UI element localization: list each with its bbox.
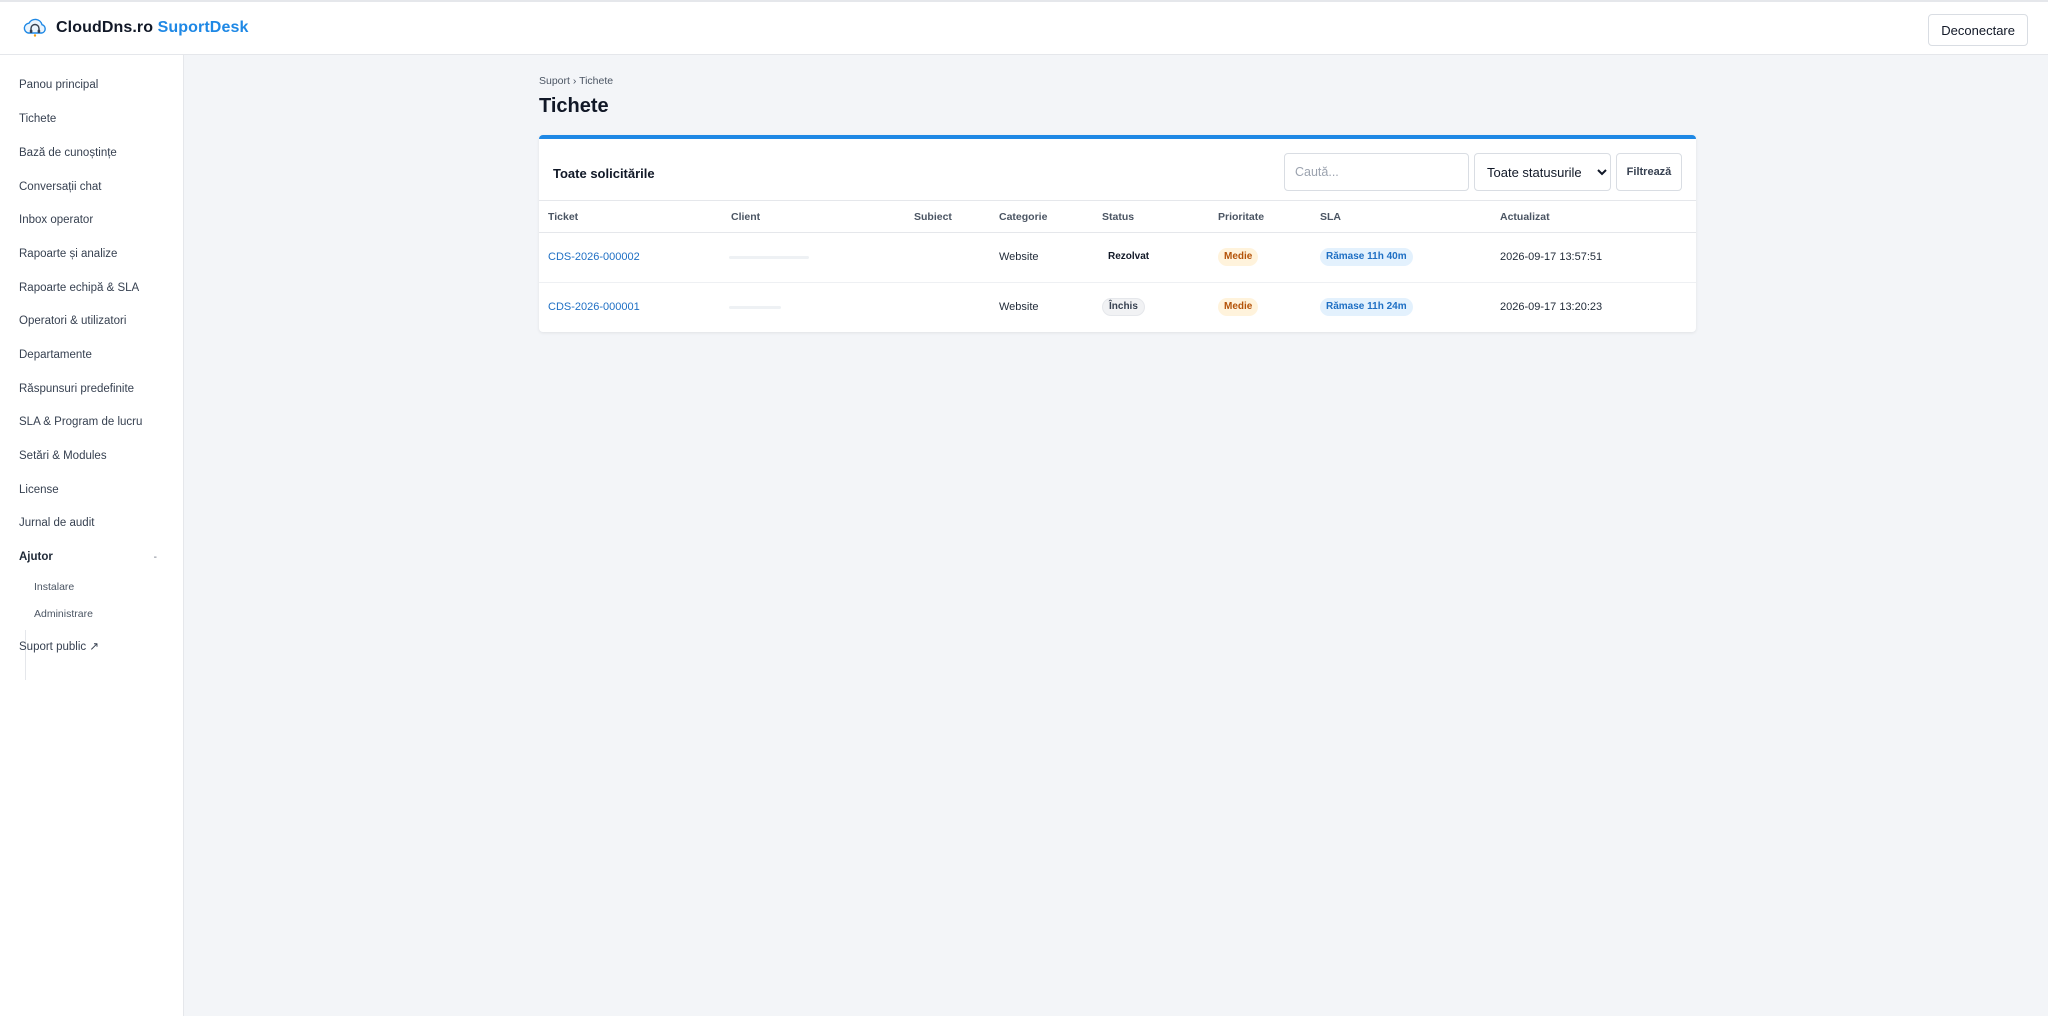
sidebar-item-operator-inbox[interactable]: Inbox operator <box>19 214 93 226</box>
column-header-subject[interactable]: Subiect <box>914 211 952 223</box>
sidebar-item-sla-schedule[interactable]: SLA & Program de lucru <box>19 416 142 428</box>
column-header-ticket[interactable]: Ticket <box>548 211 578 223</box>
page-title: Tichete <box>539 95 609 117</box>
table-row[interactable]: CDS-2026-000002 Website Rezolvat Medie R… <box>539 233 1696 283</box>
column-header-category[interactable]: Categorie <box>999 211 1047 223</box>
priority-badge: Medie <box>1218 298 1259 316</box>
sidebar-group-label: Ajutor <box>19 551 53 563</box>
card-title: Toate solicitările <box>553 166 655 181</box>
sidebar-item-chat-conversations[interactable]: Conversații chat <box>19 181 101 193</box>
ticket-link[interactable]: CDS-2026-000001 <box>548 301 640 313</box>
sidebar-item-tickets[interactable]: Tichete <box>19 113 56 125</box>
status-badge: Rezolvat <box>1102 248 1156 266</box>
cloud-headset-icon <box>23 18 46 37</box>
category-cell: Website <box>999 251 1039 263</box>
category-cell: Website <box>999 301 1039 313</box>
column-header-client[interactable]: Client <box>731 211 760 223</box>
status-badge: Închis <box>1102 298 1145 316</box>
priority-badge: Medie <box>1218 248 1259 266</box>
column-header-updated[interactable]: Actualizat <box>1500 211 1550 223</box>
table-header: Ticket Client Subiect Categorie Status P… <box>539 200 1696 233</box>
sidebar-subitem-administration[interactable]: Administrare <box>34 608 93 620</box>
client-cell-redacted <box>729 306 781 309</box>
column-header-sla[interactable]: SLA <box>1320 211 1341 223</box>
sidebar-item-canned-responses[interactable]: Răspunsuri predefinite <box>19 383 134 395</box>
logout-button[interactable]: Deconectare <box>1928 14 2028 46</box>
sidebar-item-dashboard[interactable]: Panou principal <box>19 79 98 91</box>
column-header-priority[interactable]: Prioritate <box>1218 211 1264 223</box>
sidebar-item-public-support[interactable]: Suport public ↗ <box>19 639 99 653</box>
ticket-link[interactable]: CDS-2026-000002 <box>548 251 640 263</box>
sla-badge: Rămase 11h 40m <box>1320 248 1413 266</box>
brand[interactable]: CloudDns.ro SuportDesk <box>22 16 248 40</box>
updated-cell: 2026-09-17 13:20:23 <box>1500 301 1603 313</box>
brand-product: SuportDesk <box>157 19 249 36</box>
breadcrumb: Suport › Tichete <box>539 75 614 87</box>
sidebar-item-license[interactable]: License <box>19 484 59 496</box>
status-filter-select[interactable]: Toate statusurile <box>1474 153 1611 191</box>
sidebar-item-audit-log[interactable]: Jurnal de audit <box>19 517 94 529</box>
table-row[interactable]: CDS-2026-000001 Website Închis Medie Răm… <box>539 283 1696 333</box>
brand-name: CloudDns.ro SuportDesk <box>56 19 249 36</box>
subnav-divider <box>25 630 26 680</box>
search-input[interactable] <box>1284 153 1469 191</box>
updated-cell: 2026-09-17 13:57:51 <box>1500 251 1603 263</box>
sidebar-item-departments[interactable]: Departamente <box>19 349 92 361</box>
sidebar-item-team-sla-reports[interactable]: Rapoarte echipă & SLA <box>19 282 139 294</box>
column-header-status[interactable]: Status <box>1102 211 1134 223</box>
sidebar-item-knowledge-base[interactable]: Bază de cunoștințe <box>19 147 117 159</box>
top-bar: CloudDns.ro SuportDesk Deconectare <box>0 0 2048 55</box>
filter-button[interactable]: Filtrează <box>1616 153 1682 191</box>
sidebar-item-reports-analytics[interactable]: Rapoarte și analize <box>19 248 117 260</box>
collapse-icon[interactable]: - <box>154 552 157 563</box>
sidebar-item-settings-modules[interactable]: Setări & Modules <box>19 450 107 462</box>
sla-badge: Rămase 11h 24m <box>1320 298 1413 316</box>
sidebar-subitem-installation[interactable]: Instalare <box>34 581 74 593</box>
client-cell-redacted <box>729 256 809 259</box>
sidebar-item-operators-users[interactable]: Operatori & utilizatori <box>19 315 126 327</box>
tickets-card: Toate solicitările Toate statusurile Fil… <box>539 135 1696 332</box>
sidebar-group-help[interactable]: Ajutor - <box>19 551 157 563</box>
sidebar: Panou principal Tichete Bază de cunoștin… <box>0 55 184 1016</box>
